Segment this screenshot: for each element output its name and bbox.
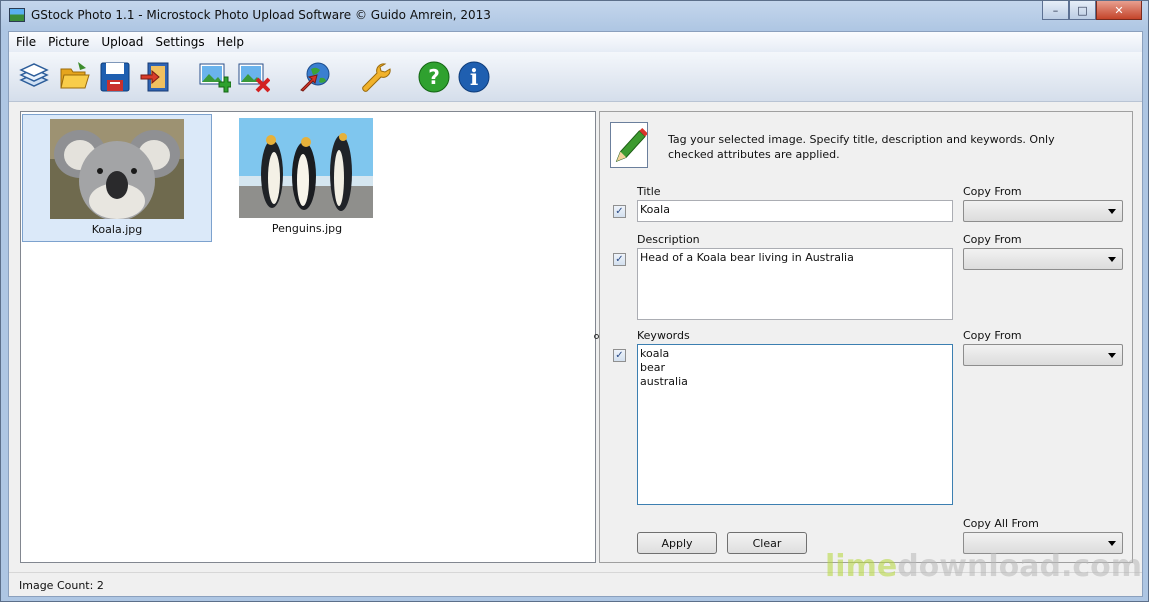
title-copy-dropdown[interactable]	[963, 200, 1123, 222]
maximize-button[interactable]: □	[1069, 1, 1096, 20]
app-icon	[9, 8, 25, 22]
keywords-label: Keywords	[637, 329, 690, 342]
description-checkbox[interactable]: ✓	[613, 253, 626, 266]
menu-picture[interactable]: Picture	[42, 35, 95, 49]
image-filename: Koala.jpg	[91, 223, 143, 236]
svg-text:?: ?	[428, 65, 440, 89]
keywords-checkbox[interactable]: ✓	[613, 349, 626, 362]
image-thumbnail-penguins[interactable]: Penguins.jpg	[212, 114, 402, 242]
apply-button[interactable]: Apply	[637, 532, 717, 554]
description-label: Description	[637, 233, 700, 246]
pencil-icon	[610, 122, 648, 168]
tag-panel: Tag your selected image. Specify title, …	[599, 111, 1133, 563]
description-input[interactable]: Head of a Koala bear living in Australia	[637, 248, 953, 320]
help-icon[interactable]: ?	[417, 60, 451, 94]
description-copy-label: Copy From	[963, 233, 1022, 246]
open-folder-icon[interactable]	[58, 60, 92, 94]
keywords-input[interactable]: koala bear australia	[637, 344, 953, 505]
layers-icon[interactable]	[17, 60, 51, 94]
app-window: GStock Photo 1.1 - Microstock Photo Uplo…	[0, 0, 1149, 602]
chevron-down-icon	[1108, 209, 1116, 214]
watermark-part-1: lime	[825, 549, 898, 584]
title-label: Title	[637, 185, 661, 198]
save-icon[interactable]	[98, 60, 132, 94]
title-checkbox[interactable]: ✓	[613, 205, 626, 218]
image-count: Image Count: 2	[19, 579, 104, 592]
chevron-down-icon	[1108, 353, 1116, 358]
menu-help[interactable]: Help	[211, 35, 250, 49]
window-title: GStock Photo 1.1 - Microstock Photo Uplo…	[31, 8, 491, 22]
svg-text:i: i	[470, 65, 478, 91]
menu-bar: File Picture Upload Settings Help	[9, 32, 1142, 52]
copy-all-label: Copy All From	[963, 517, 1039, 530]
close-button[interactable]: ✕	[1096, 1, 1142, 20]
exit-icon[interactable]	[138, 60, 172, 94]
minimize-button[interactable]: –	[1042, 1, 1069, 20]
menu-file[interactable]: File	[10, 35, 42, 49]
menu-settings[interactable]: Settings	[149, 35, 210, 49]
description-copy-dropdown[interactable]	[963, 248, 1123, 270]
chevron-down-icon	[1108, 257, 1116, 262]
image-list[interactable]: Koala.jpg Penguins.jpg	[20, 111, 596, 563]
keywords-copy-dropdown[interactable]	[963, 344, 1123, 366]
wrench-icon[interactable]	[358, 60, 392, 94]
remove-image-icon[interactable]	[236, 60, 271, 94]
title-input[interactable]: Koala	[637, 200, 953, 222]
watermark-part-2: download.com	[897, 549, 1143, 584]
chevron-down-icon	[1108, 541, 1116, 546]
penguins-image	[239, 118, 373, 218]
tag-instructions: Tag your selected image. Specify title, …	[668, 133, 1055, 161]
menu-upload[interactable]: Upload	[95, 35, 149, 49]
window-controls: – □ ✕	[1042, 1, 1142, 20]
title-bar[interactable]: GStock Photo 1.1 - Microstock Photo Uplo…	[1, 1, 1148, 31]
upload-globe-icon[interactable]	[298, 60, 332, 94]
koala-image	[50, 119, 184, 221]
keywords-copy-label: Copy From	[963, 329, 1022, 342]
image-filename: Penguins.jpg	[271, 222, 343, 235]
title-copy-label: Copy From	[963, 185, 1022, 198]
clear-button[interactable]: Clear	[727, 532, 807, 554]
client-area: File Picture Upload Settings Help ? i Ko…	[8, 31, 1143, 597]
image-thumbnail-koala[interactable]: Koala.jpg	[22, 114, 212, 242]
info-icon[interactable]: i	[457, 60, 491, 94]
toolbar: ? i	[9, 52, 1142, 102]
add-image-icon[interactable]	[197, 60, 232, 94]
watermark: limedownload.com	[825, 549, 1142, 584]
